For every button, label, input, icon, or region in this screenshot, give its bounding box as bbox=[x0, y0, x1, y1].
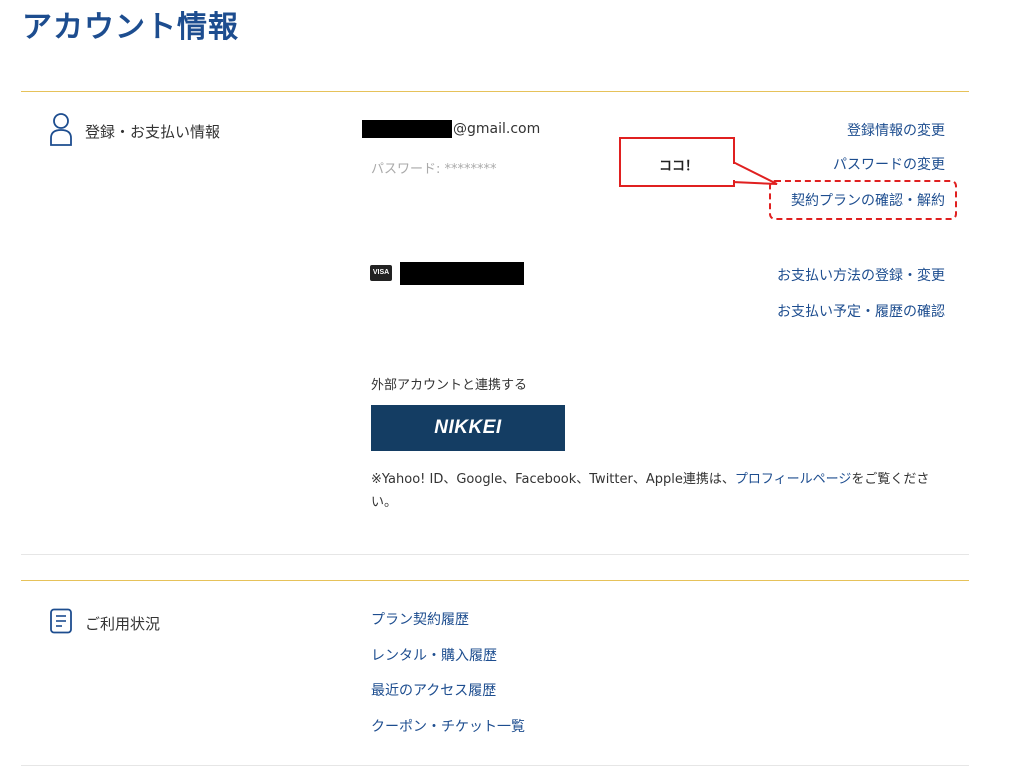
note-prefix: ※Yahoo! ID、Google、Facebook、Twitter、Apple… bbox=[371, 472, 735, 487]
email-redaction bbox=[362, 120, 452, 138]
recent-access-history-link[interactable]: 最近のアクセス履歴 bbox=[371, 680, 496, 700]
email-display: @gmail.com bbox=[362, 120, 540, 138]
plan-contract-history-link[interactable]: プラン契約履歴 bbox=[371, 609, 469, 629]
password-display: パスワード: ******** bbox=[371, 162, 497, 177]
edit-registration-link[interactable]: 登録情報の変更 bbox=[847, 120, 945, 140]
nikkei-link-button[interactable]: NIKKEI bbox=[371, 405, 565, 451]
coupon-ticket-list-link[interactable]: クーポン・チケット一覧 bbox=[371, 716, 525, 736]
document-list-icon bbox=[49, 608, 73, 638]
email-suffix: @gmail.com bbox=[453, 121, 541, 137]
card-number-redaction bbox=[400, 262, 524, 285]
callout-box: ココ！ bbox=[619, 137, 735, 187]
user-icon bbox=[49, 112, 73, 150]
page-title: アカウント情報 bbox=[22, 10, 239, 45]
section-title: ご利用状況 bbox=[85, 614, 161, 633]
callout-text: ココ！ bbox=[659, 159, 699, 174]
external-accounts-note: ※Yahoo! ID、Google、Facebook、Twitter、Apple… bbox=[371, 468, 951, 514]
section-title: 登録・お支払い情報 bbox=[85, 122, 221, 141]
profile-page-link[interactable]: プロフィールページ bbox=[735, 472, 851, 487]
nikkei-logo-text: NIKKEI bbox=[434, 417, 502, 438]
usage-section: ご利用状況 プラン契約履歴 レンタル・購入履歴 最近のアクセス履歴 クーポン・チ… bbox=[21, 580, 969, 766]
change-password-link[interactable]: パスワードの変更 bbox=[833, 154, 945, 174]
section-header: ご利用状況 bbox=[49, 608, 160, 638]
external-accounts-title: 外部アカウントと連携する bbox=[371, 378, 528, 393]
visa-card-icon: VISA bbox=[370, 265, 392, 281]
registration-payment-section: 登録・お支払い情報 @gmail.com パスワード: ******** 登録情… bbox=[21, 91, 969, 555]
payment-history-link[interactable]: お支払い予定・履歴の確認 bbox=[777, 301, 945, 321]
payment-method-link[interactable]: お支払い方法の登録・変更 bbox=[777, 265, 945, 285]
rental-purchase-history-link[interactable]: レンタル・購入履歴 bbox=[371, 645, 497, 665]
highlight-dashed-box bbox=[769, 180, 957, 220]
section-header: 登録・お支払い情報 bbox=[49, 112, 220, 150]
